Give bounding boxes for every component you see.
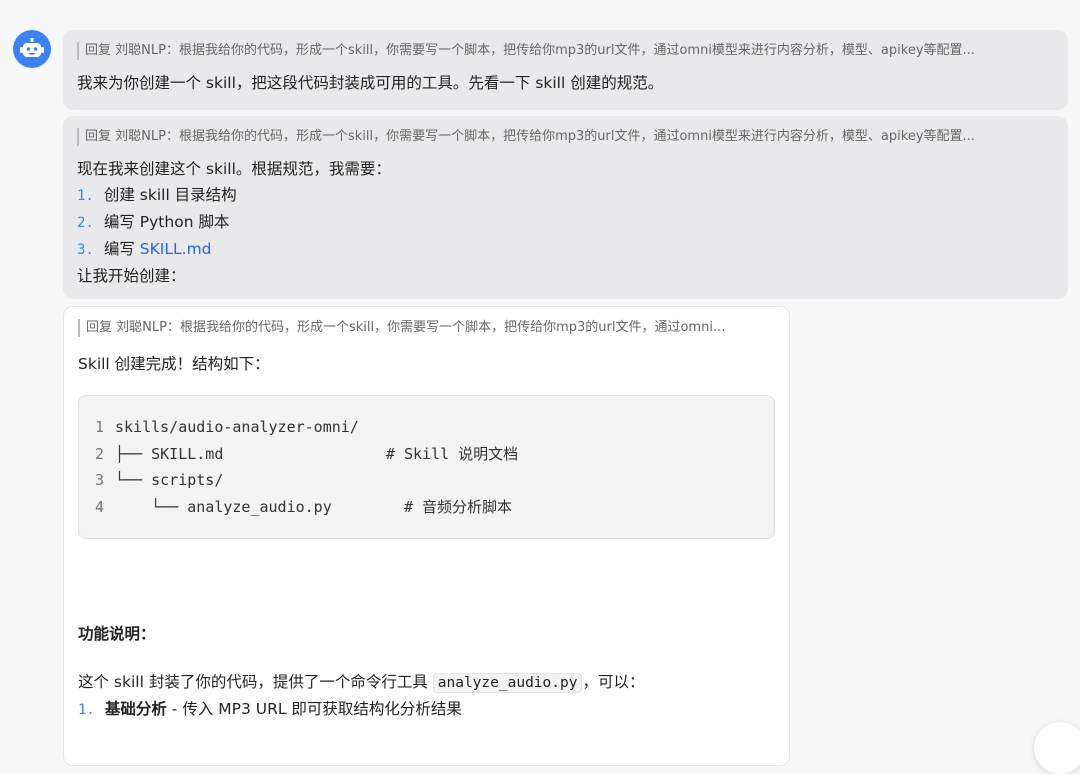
list-text: 创建 skill 目录结构	[103, 186, 237, 204]
list-item: 1. 创建 skill 目录结构	[77, 182, 1054, 209]
inline-code: analyze_audio.py	[432, 673, 583, 693]
code-line: 4 └── analyze_audio.py # 音频分析脚本	[95, 494, 758, 521]
desc-text: ，可以：	[582, 673, 645, 691]
feature-text: - 传入 MP3 URL 即可获取结构化分析结果	[166, 700, 462, 718]
line-number: 1	[95, 418, 105, 436]
code-text: ├── SKILL.md # Skill 说明文档	[115, 444, 519, 463]
code-line: 2 ├── SKILL.md # Skill 说明文档	[95, 441, 758, 468]
message-bubble-2: 回复 刘聪NLP：根据我给你的代码，形成一个skill，你需要写一个脚本，把传给…	[63, 116, 1068, 299]
code-line: 3 └── scripts/	[95, 467, 758, 494]
line-number: 2	[95, 444, 105, 463]
reply-quote: 回复 刘聪NLP：根据我给你的代码，形成一个skill，你需要写一个脚本，把传给…	[77, 128, 1054, 146]
code-line: 1 skills/audio-analyzer-omni/	[95, 414, 758, 441]
line-number: 4	[95, 497, 105, 516]
list-item: 3. 编写 SKILL.md	[77, 236, 1054, 263]
desc-text: 这个 skill 封装了你的代码，提供了一个命令行工具	[78, 673, 428, 691]
section-title: 功能说明：	[78, 625, 156, 643]
bot-avatar-icon	[13, 30, 51, 68]
message-text: 我来为你创建一个 skill，把这段代码封装成可用的工具。先看一下 skill …	[77, 74, 664, 92]
feature-description: 这个 skill 封装了你的代码，提供了一个命令行工具 analyze_audi…	[78, 669, 775, 696]
list-number: 3.	[77, 242, 94, 258]
skill-md-link[interactable]: SKILL.md	[140, 240, 212, 258]
reply-quote: 回复 刘聪NLP：根据我给你的代码，形成一个skill，你需要写一个脚本，把传给…	[77, 42, 1054, 60]
list-text: 编写 Python 脚本	[103, 213, 230, 231]
scroll-to-bottom-button[interactable]	[1034, 722, 1080, 774]
message-bubble-3: 回复 刘聪NLP：根据我给你的代码，形成一个skill，你需要写一个脚本，把传给…	[63, 306, 790, 766]
code-text: skills/audio-analyzer-omni/	[115, 418, 359, 436]
message-bubble-1: 回复 刘聪NLP：根据我给你的代码，形成一个skill，你需要写一个脚本，把传给…	[63, 30, 1068, 110]
list-item: 2. 编写 Python 脚本	[77, 209, 1054, 236]
code-block[interactable]: 1 skills/audio-analyzer-omni/ 2 ├── SKILL.…	[78, 395, 775, 539]
list-text: 编写	[103, 240, 140, 258]
message-text: Skill 创建完成！结构如下：	[78, 355, 270, 373]
list-number: 2.	[77, 215, 94, 231]
list-item: 1. 基础分析 - 传入 MP3 URL 即可获取结构化分析结果	[78, 696, 775, 723]
feature-title: 基础分析	[104, 700, 167, 718]
code-text: └── analyze_audio.py # 音频分析脚本	[115, 497, 513, 516]
code-text: └── scripts/	[115, 471, 224, 489]
message-intro: 现在我来创建这个 skill。根据规范，我需要：	[77, 160, 391, 178]
list-number: 1.	[78, 702, 95, 718]
list-number: 1.	[77, 188, 94, 204]
reply-quote: 回复 刘聪NLP：根据我给你的代码，形成一个skill，你需要写一个脚本，把传给…	[78, 319, 775, 337]
line-number: 3	[95, 471, 105, 489]
message-outro: 让我开始创建：	[77, 267, 186, 285]
